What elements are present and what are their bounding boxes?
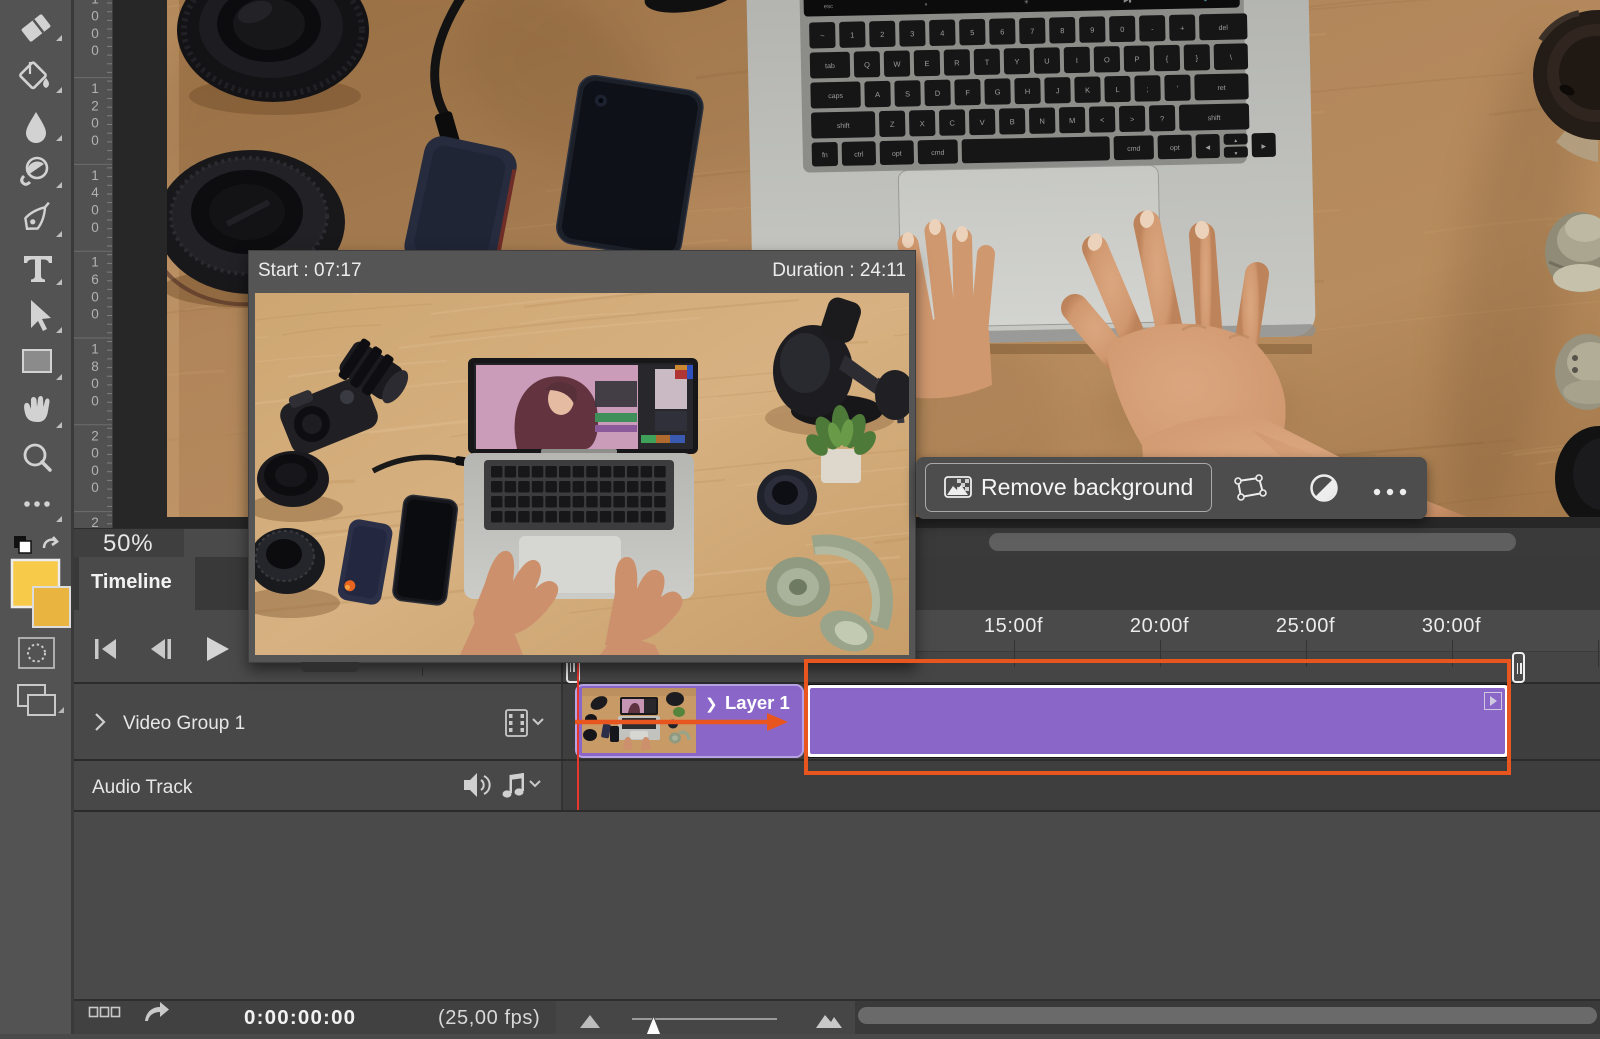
svg-text:L: L (1115, 85, 1119, 94)
svg-text:?: ? (1160, 114, 1164, 123)
svg-text:(25,00 fps): (25,00 fps) (438, 1007, 540, 1029)
svg-text:+: + (1180, 24, 1185, 33)
svg-text:7: 7 (1030, 27, 1034, 36)
svg-text:3: 3 (910, 29, 914, 38)
svg-text:1: 1 (91, 168, 99, 183)
svg-text:1: 1 (91, 0, 99, 6)
svg-text:2: 2 (91, 428, 99, 443)
svg-text:esc: esc (824, 4, 833, 10)
svg-text:0: 0 (91, 307, 99, 322)
svg-text:B: B (1010, 117, 1015, 126)
svg-text:G: G (995, 88, 1001, 97)
svg-text:▶: ▶ (1261, 144, 1266, 150)
svg-text:Y: Y (1014, 57, 1019, 66)
svg-text:fn: fn (822, 152, 828, 159)
svg-text:8: 8 (1060, 26, 1064, 35)
svg-text:U: U (1044, 57, 1050, 66)
svg-text:<: < (1100, 115, 1105, 124)
svg-text:~: ~ (820, 31, 825, 40)
svg-text:E: E (924, 59, 929, 68)
svg-text:0: 0 (91, 480, 99, 495)
svg-text:2: 2 (91, 515, 99, 528)
svg-text:◑: ◑ (924, 2, 928, 8)
svg-text:shift: shift (1208, 115, 1221, 122)
svg-text:del: del (1219, 25, 1229, 32)
svg-text:T: T (985, 58, 990, 67)
svg-text:;: ; (1146, 84, 1148, 93)
svg-text:▲: ▲ (1233, 138, 1238, 144)
svg-text:R: R (954, 58, 960, 67)
svg-text:0: 0 (91, 43, 99, 58)
svg-text:☀: ☀ (1024, 0, 1030, 6)
svg-text:0:00:00:00: 0:00:00:00 (244, 1006, 356, 1029)
svg-text:V: V (980, 118, 985, 127)
svg-text:0: 0 (91, 133, 99, 148)
svg-text:Z: Z (890, 120, 895, 129)
svg-text:D: D (935, 89, 941, 98)
svg-text:ret: ret (1217, 85, 1225, 92)
svg-text:8: 8 (91, 359, 99, 374)
svg-text:1: 1 (91, 255, 99, 270)
svg-text:9: 9 (1090, 26, 1094, 35)
svg-text:0: 0 (91, 116, 99, 131)
svg-text:6: 6 (91, 272, 99, 287)
svg-text:◀: ◀ (1205, 145, 1210, 151)
svg-text:1: 1 (91, 81, 99, 96)
svg-text:cmd: cmd (931, 150, 944, 157)
svg-text:4: 4 (940, 29, 944, 38)
svg-text:1: 1 (91, 342, 99, 357)
svg-text:🔊: 🔊 (1204, 0, 1212, 2)
svg-text:0: 0 (91, 446, 99, 461)
svg-text:Audio Track: Audio Track (92, 777, 193, 798)
svg-text:▶▮: ▶▮ (1124, 0, 1132, 4)
svg-text:shift: shift (837, 123, 850, 130)
svg-text:2: 2 (880, 30, 884, 39)
svg-text:0: 0 (91, 393, 99, 408)
svg-text:F: F (965, 88, 970, 97)
svg-text:1: 1 (850, 31, 854, 40)
svg-text:Video Group 1: Video Group 1 (123, 713, 245, 734)
svg-text:0: 0 (1120, 25, 1124, 34)
svg-text:2: 2 (91, 98, 99, 113)
svg-text:opt: opt (1170, 145, 1180, 152)
svg-text:4: 4 (91, 185, 99, 200)
svg-text:N: N (1039, 117, 1045, 126)
svg-text:0: 0 (91, 289, 99, 304)
svg-text:tab: tab (825, 63, 835, 70)
svg-text:K: K (1085, 86, 1090, 95)
svg-text:ctrl: ctrl (854, 151, 864, 158)
svg-text:6: 6 (1000, 27, 1004, 36)
svg-text:C: C (949, 118, 955, 127)
svg-text:0: 0 (91, 376, 99, 391)
svg-text:0: 0 (91, 220, 99, 235)
svg-text:X: X (920, 119, 925, 128)
svg-text:0: 0 (91, 203, 99, 218)
svg-text:cmd: cmd (1127, 146, 1140, 153)
svg-text:▼: ▼ (1233, 151, 1238, 157)
svg-text:0: 0 (91, 463, 99, 478)
svg-text:opt: opt (892, 151, 902, 158)
svg-text:0: 0 (91, 9, 99, 24)
svg-text:W: W (893, 60, 901, 69)
svg-text:5: 5 (970, 28, 974, 37)
svg-text:O: O (1104, 55, 1110, 64)
svg-text:Q: Q (864, 60, 870, 69)
svg-text:S: S (905, 89, 910, 98)
svg-text:J: J (1056, 86, 1060, 95)
svg-text:0: 0 (91, 26, 99, 41)
svg-text:A: A (875, 90, 880, 99)
svg-text:I: I (1076, 56, 1078, 65)
svg-text:>: > (1130, 115, 1135, 124)
svg-text:caps: caps (828, 93, 843, 100)
svg-text:P: P (1134, 55, 1139, 64)
svg-text:H: H (1025, 87, 1031, 96)
svg-text:M: M (1069, 116, 1075, 125)
